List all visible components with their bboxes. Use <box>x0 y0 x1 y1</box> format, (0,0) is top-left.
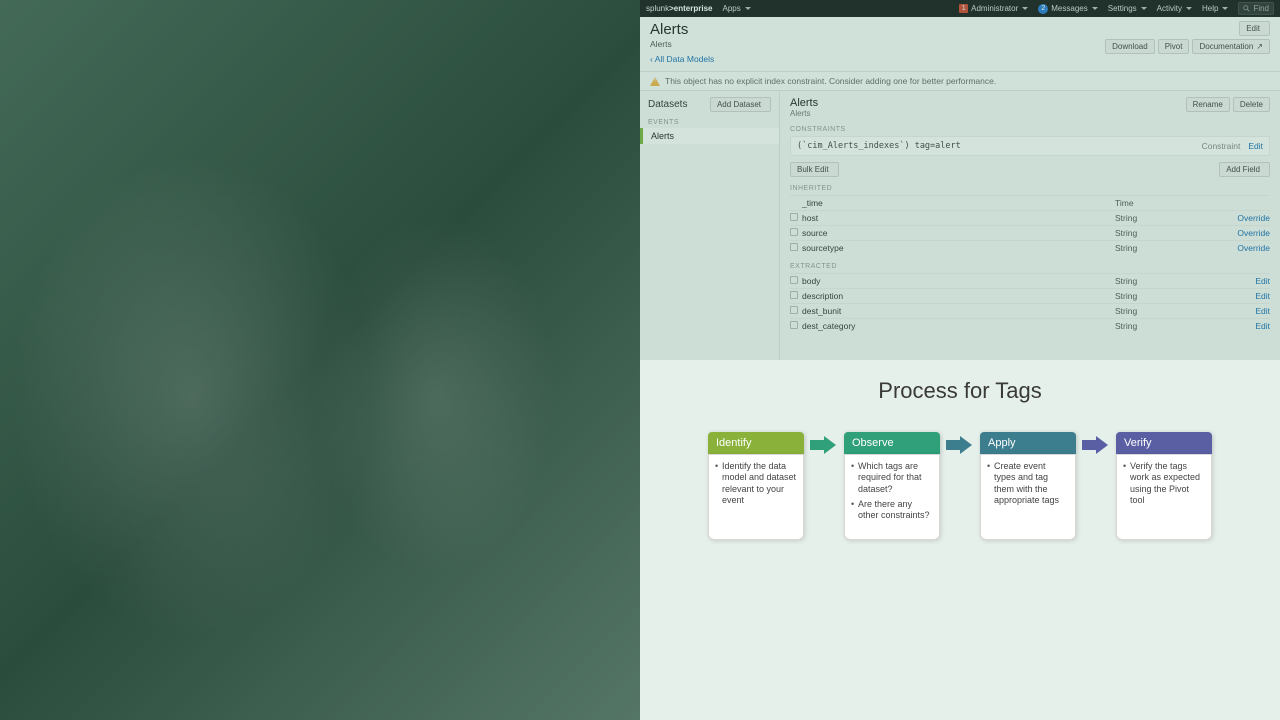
bulk-edit-button[interactable]: Bulk Edit <box>790 162 839 177</box>
checkbox[interactable] <box>790 291 798 299</box>
constraint-edit-link[interactable]: Edit <box>1248 141 1263 151</box>
back-link[interactable]: ‹ All Data Models <box>650 54 714 64</box>
activity-menu[interactable]: Activity <box>1157 4 1192 13</box>
step-apply: ApplyCreate event types and tag them wit… <box>980 432 1076 540</box>
checkbox[interactable] <box>790 213 798 221</box>
documentation-button[interactable]: Documentation ↗ <box>1192 39 1270 54</box>
edit-link[interactable]: Edit <box>1215 291 1270 301</box>
apps-menu[interactable]: Apps <box>722 4 750 13</box>
alert-badge[interactable]: 1 <box>959 4 968 13</box>
page-header: Alerts Alerts ‹ All Data Models Edit Dow… <box>640 17 1280 72</box>
messages-badge[interactable]: 2 <box>1038 4 1048 14</box>
main-panel: Alerts Alerts Rename Delete CONSTRAINTS … <box>780 91 1280 360</box>
step-observe: ObserveWhich tags are required for that … <box>844 432 940 540</box>
datasets-sidebar: Datasets Add Dataset EVENTS Alerts <box>640 91 780 360</box>
step-header: Identify <box>708 432 804 454</box>
sidebar-group-label: EVENTS <box>640 117 779 128</box>
decorative-photo <box>0 0 640 720</box>
messages-menu[interactable]: Messages <box>1051 4 1097 13</box>
step-body: Identify the data model and dataset rele… <box>708 454 804 540</box>
table-row: sourceStringOverride <box>790 225 1270 240</box>
override-link[interactable]: Override <box>1215 213 1270 223</box>
table-row: dest_categoryStringEdit <box>790 318 1270 333</box>
delete-button[interactable]: Delete <box>1233 97 1270 112</box>
table-row: dest_bunitStringEdit <box>790 303 1270 318</box>
table-row: hostStringOverride <box>790 210 1270 225</box>
checkbox[interactable] <box>790 243 798 251</box>
add-dataset-button[interactable]: Add Dataset <box>710 97 771 112</box>
checkbox[interactable] <box>790 306 798 314</box>
checkbox[interactable] <box>790 228 798 236</box>
table-row: sourcetypeStringOverride <box>790 240 1270 255</box>
process-diagram: Process for Tags IdentifyIdentify the da… <box>640 360 1280 720</box>
rename-button[interactable]: Rename <box>1186 97 1230 112</box>
help-menu[interactable]: Help <box>1202 4 1228 13</box>
step-body: Verify the tags work as expected using t… <box>1116 454 1212 540</box>
step-verify: VerifyVerify the tags work as expected u… <box>1116 432 1212 540</box>
breadcrumb: Alerts <box>650 39 1105 49</box>
constraint-row: (`cim_Alerts_indexes`) tag=alert Constra… <box>790 136 1270 156</box>
step-body: Create event types and tag them with the… <box>980 454 1076 540</box>
brand: splunk>enterprise <box>646 4 712 13</box>
splunk-pane: splunk>enterprise Apps 1 Administrator 2… <box>640 0 1280 360</box>
download-button[interactable]: Download <box>1105 39 1155 54</box>
pivot-button[interactable]: Pivot <box>1158 39 1190 54</box>
edit-link[interactable]: Edit <box>1215 306 1270 316</box>
settings-menu[interactable]: Settings <box>1108 4 1147 13</box>
step-body: Which tags are required for that dataset… <box>844 454 940 540</box>
extracted-label: EXTRACTED <box>790 263 1270 270</box>
checkbox[interactable] <box>790 321 798 329</box>
override-link[interactable]: Override <box>1215 243 1270 253</box>
external-link-icon: ↗ <box>1256 42 1263 51</box>
table-row: bodyStringEdit <box>790 273 1270 288</box>
override-link[interactable]: Override <box>1215 228 1270 238</box>
object-subtitle: Alerts <box>790 109 1186 118</box>
step-identify: IdentifyIdentify the data model and data… <box>708 432 804 540</box>
warning-icon <box>650 77 660 86</box>
step-header: Apply <box>980 432 1076 454</box>
diagram-title: Process for Tags <box>660 378 1260 404</box>
search-input[interactable]: Find <box>1238 2 1274 15</box>
arrow-icon <box>810 436 838 454</box>
checkbox[interactable] <box>790 276 798 284</box>
administrator-menu[interactable]: Administrator <box>971 4 1028 13</box>
arrow-icon <box>1082 436 1110 454</box>
arrow-icon <box>946 436 974 454</box>
add-field-button[interactable]: Add Field <box>1219 162 1270 177</box>
constraints-label: CONSTRAINTS <box>790 126 1270 133</box>
table-row: descriptionStringEdit <box>790 288 1270 303</box>
chevron-down-icon <box>745 7 751 10</box>
step-header: Verify <box>1116 432 1212 454</box>
object-title: Alerts <box>790 97 1186 109</box>
topbar: splunk>enterprise Apps 1 Administrator 2… <box>640 0 1280 17</box>
table-row: _timeTime <box>790 195 1270 210</box>
search-icon <box>1243 5 1250 12</box>
inherited-label: INHERITED <box>790 185 1270 192</box>
page-title: Alerts <box>650 21 1105 38</box>
edit-link[interactable]: Edit <box>1215 276 1270 286</box>
edit-button[interactable]: Edit <box>1239 21 1270 36</box>
warning-banner: This object has no explicit index constr… <box>640 72 1280 91</box>
sidebar-item-alerts[interactable]: Alerts <box>640 128 779 144</box>
sidebar-title: Datasets <box>648 99 710 110</box>
edit-link[interactable]: Edit <box>1215 321 1270 331</box>
step-header: Observe <box>844 432 940 454</box>
